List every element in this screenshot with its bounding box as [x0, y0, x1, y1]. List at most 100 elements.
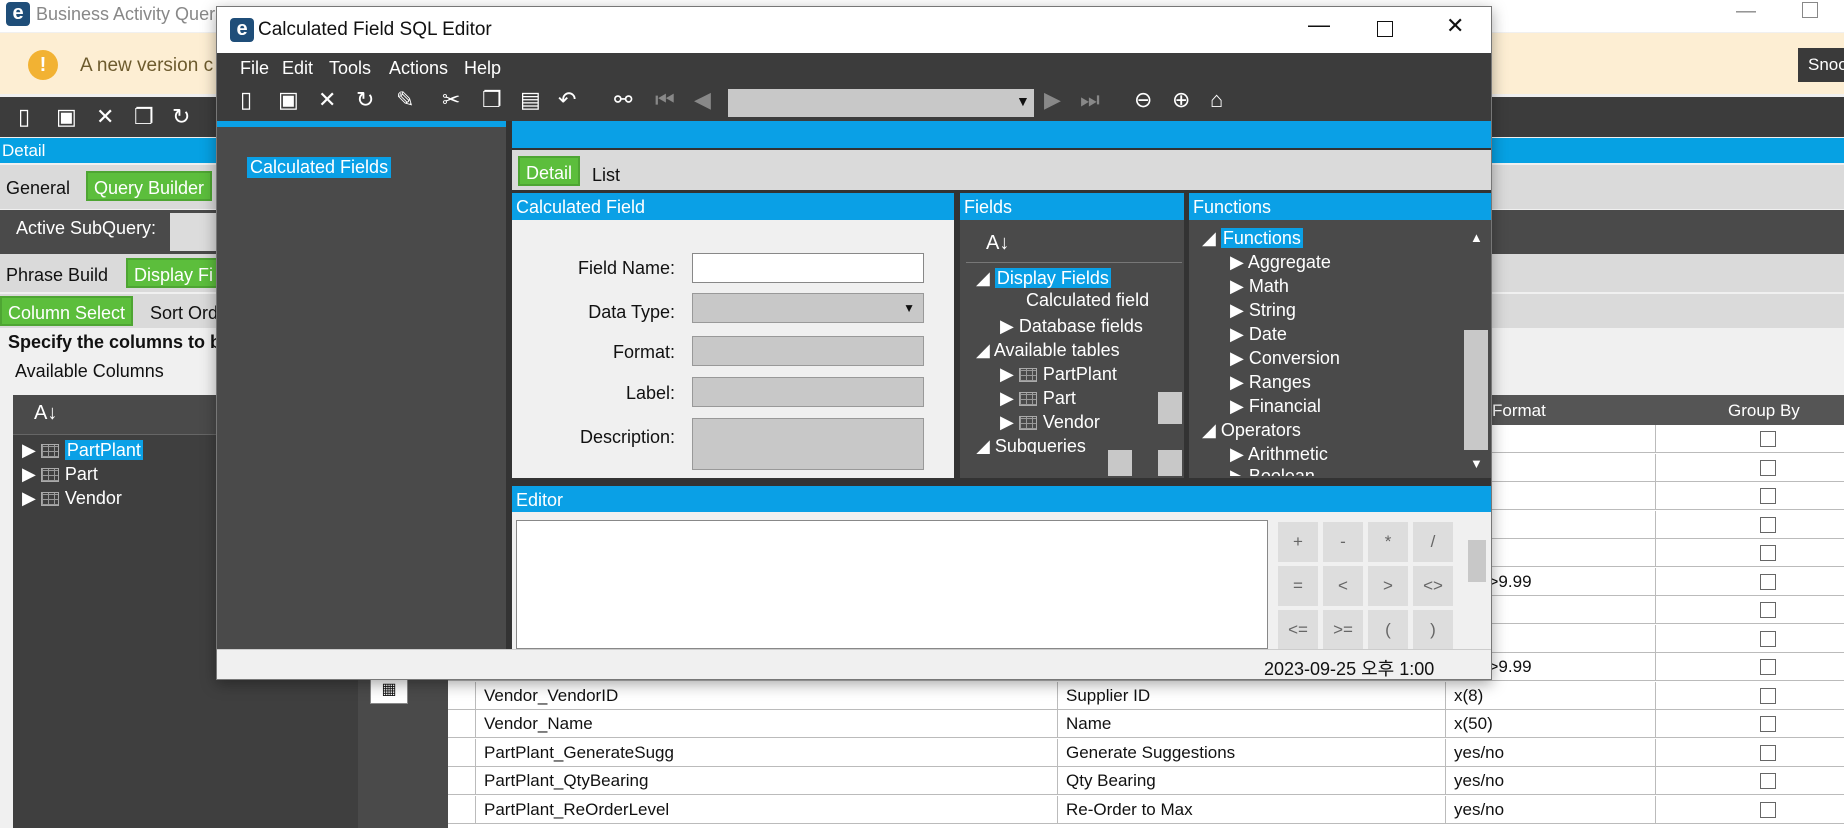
tab-list[interactable]: List [586, 160, 626, 190]
table-row[interactable]: PartPlant_ReOrderLevel Re-Order to Max yes… [448, 795, 1844, 824]
copy-icon[interactable]: ❐ [482, 87, 502, 113]
operator-button[interactable]: ( [1368, 610, 1408, 650]
field-name-input[interactable] [692, 253, 924, 283]
tree-item-operators[interactable]: ◢ Operators [1202, 420, 1301, 441]
group-by-checkbox[interactable] [1760, 773, 1776, 789]
menu-edit[interactable]: Edit [282, 58, 313, 79]
tree-item-database-fields[interactable]: ▶ Database fields [1000, 316, 1143, 337]
table-row[interactable]: PartPlant_GenerateSugg Generate Suggestio… [448, 738, 1844, 767]
editor-scrollbar-thumb[interactable] [1468, 540, 1486, 582]
tree-item-calculated-fields[interactable]: Calculated Fields [247, 157, 392, 178]
tree-item-function-date[interactable]: ▶ Date [1230, 324, 1287, 345]
previous-record-icon[interactable]: ◀ [694, 87, 711, 113]
group-by-checkbox[interactable] [1760, 459, 1776, 476]
tree-item-function-string[interactable]: ▶ String [1230, 300, 1296, 321]
tab-detail[interactable]: Detail [518, 156, 581, 186]
snooze-button[interactable]: Snoo [1798, 48, 1844, 82]
grid-table-icon[interactable]: ▦ [370, 676, 408, 704]
operator-button[interactable]: + [1278, 522, 1318, 562]
description-input[interactable] [692, 418, 924, 470]
table-row[interactable]: Vendor_Name Name x(50) [448, 710, 1844, 738]
functions-scrollbar-thumb[interactable] [1464, 330, 1488, 450]
save-icon[interactable]: ▣ [56, 97, 77, 137]
delete-icon[interactable]: ✕ [318, 87, 336, 113]
format-input[interactable] [692, 336, 924, 366]
delete-icon[interactable]: ✕ [96, 97, 114, 137]
refresh-icon[interactable]: ↻ [172, 97, 190, 137]
record-navigator-combo[interactable] [728, 89, 1034, 117]
undo-icon[interactable]: ↶ [558, 87, 576, 113]
tree-item-available-tables[interactable]: ◢ Available tables [976, 340, 1120, 361]
operator-button[interactable]: * [1368, 522, 1408, 562]
tree-item-part[interactable]: ▶ Part [22, 464, 98, 485]
group-by-checkbox[interactable] [1760, 488, 1776, 504]
clear-icon[interactable]: ✎ [396, 87, 414, 113]
tab-phrase-build[interactable]: Phrase Build [0, 260, 114, 290]
group-by-checkbox[interactable] [1760, 545, 1776, 561]
group-by-checkbox[interactable] [1760, 716, 1776, 732]
tab-column-select[interactable]: Column Select [0, 296, 134, 326]
tree-item-functions[interactable]: ◢ Functions [1202, 228, 1303, 249]
scroll-down-icon[interactable]: ▼ [1470, 456, 1483, 471]
group-by-checkbox[interactable] [1760, 573, 1776, 590]
forward-icon[interactable]: ⊕ [1172, 87, 1190, 113]
tree-item-boolean[interactable]: ▶ Boolean [1230, 466, 1315, 476]
tree-item-calculated-field[interactable]: Calculated field [1026, 290, 1149, 311]
tab-query-builder[interactable]: Query Builder [86, 171, 213, 201]
table-row[interactable]: PartPlant_QtyBearing Qty Bearing yes/no [448, 767, 1844, 795]
operator-button[interactable]: ) [1413, 610, 1453, 650]
group-by-checkbox[interactable] [1760, 801, 1776, 818]
search-icon[interactable]: ⚯ [614, 87, 632, 113]
group-by-checkbox[interactable] [1760, 687, 1776, 704]
home-icon[interactable]: ⌂ [1210, 87, 1223, 113]
data-type-select[interactable]: ▼ [692, 293, 924, 323]
tree-item-function-aggregate[interactable]: ▶ Aggregate [1230, 252, 1331, 273]
group-by-checkbox[interactable] [1760, 431, 1776, 447]
group-by-checkbox[interactable] [1760, 659, 1776, 675]
back-icon[interactable]: ⊖ [1134, 87, 1152, 113]
tab-sort-order[interactable]: Sort Ord [144, 298, 224, 328]
tree-item-function-ranges[interactable]: ▶ Ranges [1230, 372, 1311, 393]
menu-actions[interactable]: Actions [389, 58, 448, 79]
group-by-checkbox[interactable] [1760, 516, 1776, 533]
sql-editor-textarea[interactable] [516, 520, 1268, 649]
cut-icon[interactable]: ✂ [442, 87, 460, 113]
scroll-up-icon[interactable]: ▲ [1470, 230, 1483, 245]
tree-item-table-part[interactable]: ▶ Part [1000, 388, 1076, 409]
tree-item-table-partplant[interactable]: ▶ PartPlant [1000, 364, 1117, 385]
operator-button[interactable]: - [1323, 522, 1363, 562]
operator-button[interactable]: < [1323, 566, 1363, 606]
operator-button[interactable]: > [1368, 566, 1408, 606]
tree-item-vendor[interactable]: ▶ Vendor [22, 488, 122, 509]
new-icon[interactable]: ▯ [240, 87, 252, 113]
operator-button[interactable]: = [1278, 566, 1318, 606]
subquery-nav-first-button[interactable] [170, 213, 216, 251]
tab-display-fields[interactable]: Display Fi [126, 258, 222, 288]
menu-tools[interactable]: Tools [329, 58, 371, 79]
save-icon[interactable]: ▣ [278, 87, 299, 113]
fields-hscroll-thumb[interactable] [1108, 450, 1132, 476]
refresh-icon[interactable]: ↻ [356, 87, 374, 113]
tree-item-function-financial[interactable]: ▶ Financial [1230, 396, 1321, 417]
maximize-icon[interactable] [1377, 21, 1393, 37]
sort-az-icon[interactable]: A↓ [34, 402, 57, 425]
tree-item-display-fields[interactable]: ◢ Display Fields [976, 268, 1111, 289]
operator-button[interactable]: >= [1323, 610, 1363, 650]
next-record-icon[interactable]: ▶ [1044, 87, 1061, 113]
last-record-icon[interactable]: ⏭ [1080, 87, 1100, 113]
group-by-checkbox[interactable] [1760, 602, 1776, 618]
tree-item-subqueries[interactable]: ◢ Subqueries [976, 436, 1086, 454]
menu-file[interactable]: File [240, 58, 269, 79]
copy-icon[interactable]: ❐ [134, 97, 154, 137]
operator-button[interactable]: / [1413, 522, 1453, 562]
group-by-checkbox[interactable] [1760, 744, 1776, 761]
tree-item-partplant[interactable]: ▶ PartPlant [22, 440, 143, 461]
operator-button[interactable]: <= [1278, 610, 1318, 650]
fields-scrollbar-thumb[interactable] [1158, 392, 1182, 424]
minimize-icon[interactable]: — [1308, 12, 1330, 38]
bg-maximize-icon[interactable] [1802, 2, 1818, 18]
first-record-icon[interactable]: ⏮ [655, 87, 675, 113]
tree-item-function-math[interactable]: ▶ Math [1230, 276, 1289, 297]
operator-button[interactable]: <> [1413, 566, 1453, 606]
paste-icon[interactable]: ▤ [520, 87, 541, 113]
